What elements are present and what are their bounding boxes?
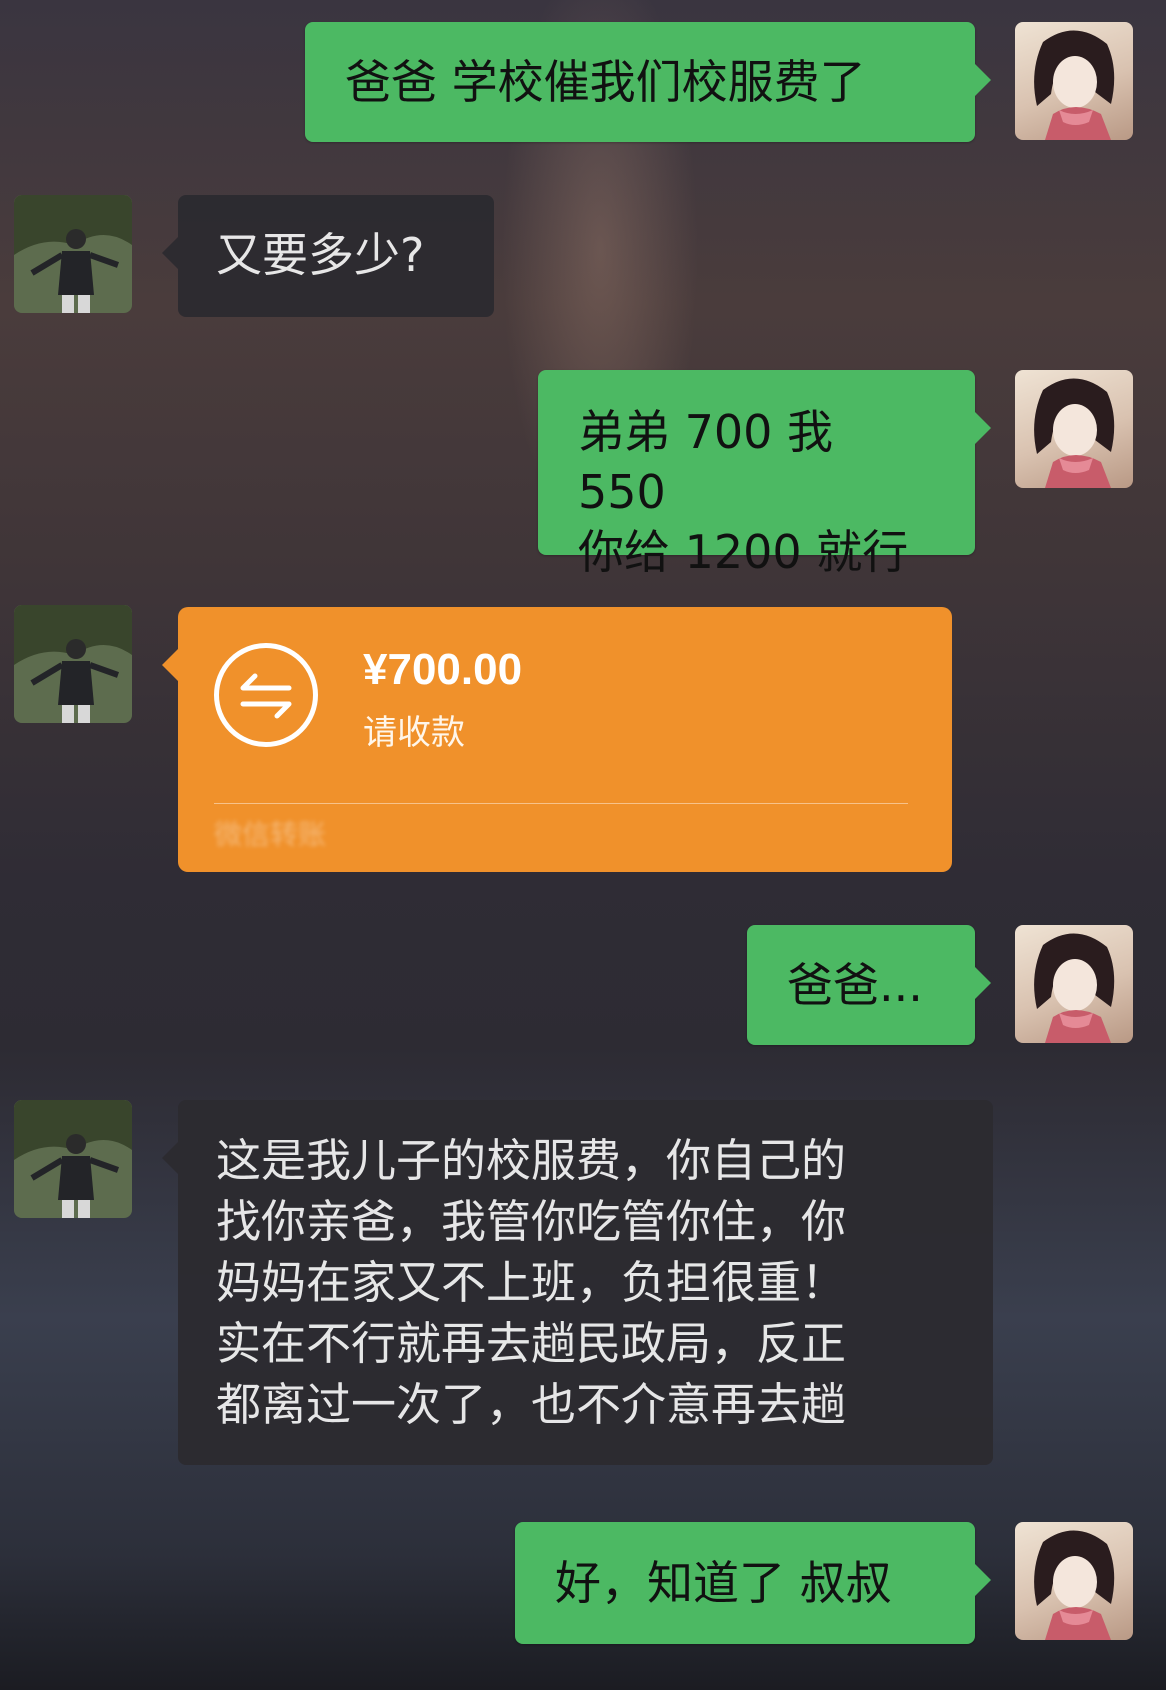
- message-bubble[interactable]: 又要多少?: [162, 195, 494, 317]
- divider: [214, 803, 908, 804]
- message-bubble[interactable]: 爸爸 学校催我们校服费了: [305, 22, 991, 142]
- message-text-line: 找你亲爸，我管你吃管你住，你: [216, 1195, 847, 1248]
- anime-girl-avatar-icon: [1034, 30, 1115, 140]
- message-bubble[interactable]: 爸爸...: [747, 925, 991, 1045]
- transfer-footer: 微信转账: [214, 818, 327, 851]
- my-avatar[interactable]: [1015, 925, 1133, 1043]
- message-text-line: 妈妈在家又不上班，负担很重！: [216, 1256, 847, 1309]
- message-bubble[interactable]: 好，知道了 叔叔: [515, 1522, 991, 1644]
- my-avatar[interactable]: [1015, 1522, 1133, 1640]
- contact-avatar[interactable]: [14, 605, 132, 723]
- transfer-card[interactable]: ¥700.00 请收款 微信转账: [162, 607, 952, 872]
- message-text-line: 都离过一次了，也不介意再去趟: [216, 1378, 847, 1431]
- man-portrait-avatar-icon: [14, 1100, 132, 1218]
- anime-girl-avatar-icon: [1034, 933, 1115, 1043]
- man-portrait-avatar-icon: [14, 195, 132, 313]
- man-portrait-avatar-icon: [14, 605, 132, 723]
- message-text: 爸爸...: [787, 958, 923, 1012]
- anime-girl-avatar-icon: [1034, 378, 1115, 488]
- my-avatar[interactable]: [1015, 22, 1133, 140]
- my-avatar[interactable]: [1015, 370, 1133, 488]
- message-bubble[interactable]: 这是我儿子的校服费，你自己的 找你亲爸，我管你吃管你住，你 妈妈在家又不上班，负…: [162, 1100, 993, 1465]
- anime-girl-avatar-icon: [1034, 1530, 1115, 1640]
- contact-avatar[interactable]: [14, 1100, 132, 1218]
- message-text: 好，知道了 叔叔: [555, 1556, 892, 1610]
- message-bubble[interactable]: 弟弟 700 我 550 你给 1200 就行: [538, 370, 991, 579]
- message-text: 又要多少?: [216, 228, 425, 282]
- message-text: 爸爸 学校催我们校服费了: [345, 55, 866, 109]
- message-text-line: 弟弟 700 我 550: [578, 405, 834, 519]
- transfer-arrows-icon: [214, 643, 318, 747]
- contact-avatar[interactable]: [14, 195, 132, 313]
- message-text-line: 你给 1200 就行: [578, 525, 909, 579]
- message-text-line: 实在不行就再去趟民政局，反正: [216, 1317, 847, 1370]
- transfer-note: 请收款: [363, 713, 465, 753]
- transfer-amount: ¥700.00: [363, 645, 523, 694]
- message-text-line: 这是我儿子的校服费，你自己的: [216, 1134, 847, 1187]
